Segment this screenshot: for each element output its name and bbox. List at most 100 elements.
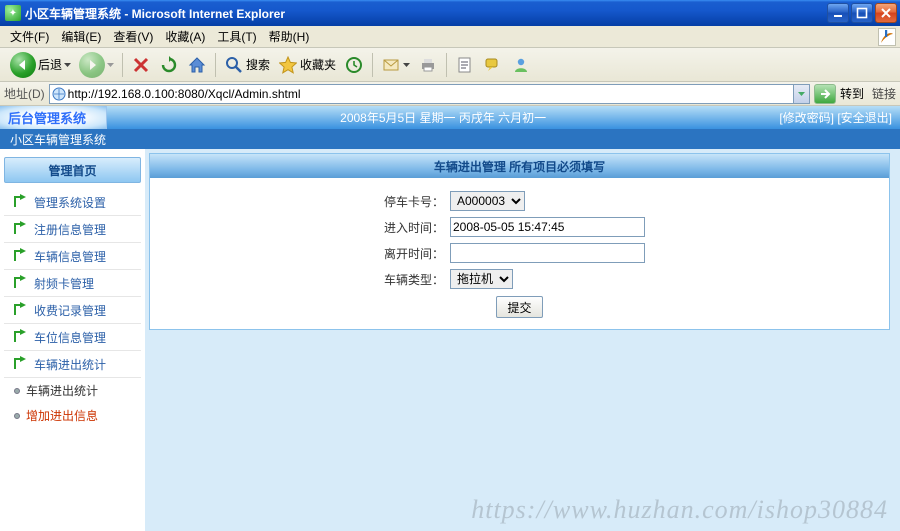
favorites-button[interactable]: 收藏夹 bbox=[274, 51, 340, 79]
sidebar-home[interactable]: 管理首页 bbox=[4, 157, 141, 183]
ie-logo-icon bbox=[878, 28, 896, 46]
sidebar-list: 管理系统设置注册信息管理车辆信息管理射频卡管理收费记录管理车位信息管理车辆进出统… bbox=[4, 189, 141, 378]
sidebar-item-label: 管理系统设置 bbox=[34, 194, 106, 211]
refresh-icon bbox=[159, 55, 179, 75]
chevron-down-icon bbox=[107, 63, 114, 67]
menu-file[interactable]: 文件(F) bbox=[4, 26, 55, 47]
back-button[interactable]: 后退 bbox=[6, 51, 75, 79]
mail-icon bbox=[381, 55, 401, 75]
bullet-icon bbox=[14, 388, 20, 394]
arrow-icon bbox=[12, 275, 28, 291]
card-label: 停车卡号： bbox=[150, 193, 450, 210]
panel-title: 车辆进出管理 所有项目必须填写 bbox=[150, 154, 889, 178]
home-icon bbox=[187, 55, 207, 75]
sidebar-item-label: 车辆信息管理 bbox=[34, 248, 106, 265]
sidebar-subitem[interactable]: 车辆进出统计 bbox=[4, 378, 141, 403]
history-button[interactable] bbox=[340, 51, 368, 79]
sidebar-item[interactable]: 车辆信息管理 bbox=[4, 243, 141, 270]
search-icon bbox=[224, 55, 244, 75]
menu-help[interactable]: 帮助(H) bbox=[263, 26, 316, 47]
app-header-links: [修改密码] [安全退出] bbox=[779, 109, 900, 126]
card-select[interactable]: A000003 bbox=[450, 191, 525, 211]
menu-edit[interactable]: 编辑(E) bbox=[55, 26, 107, 47]
sidebar-subitem[interactable]: 增加进出信息 bbox=[4, 403, 141, 428]
forward-button[interactable] bbox=[75, 51, 118, 79]
arrow-icon bbox=[12, 194, 28, 210]
stop-icon bbox=[131, 55, 151, 75]
app-brand: 后台管理系统 bbox=[0, 106, 107, 129]
page-icon bbox=[52, 87, 66, 101]
arrow-icon bbox=[12, 248, 28, 264]
form-panel: 车辆进出管理 所有项目必须填写 停车卡号： A000003 进入时间： 离开时间… bbox=[149, 153, 890, 330]
sidebar-item[interactable]: 射频卡管理 bbox=[4, 270, 141, 297]
go-label: 转到 bbox=[840, 85, 864, 102]
back-label: 后退 bbox=[38, 56, 62, 73]
sidebar-sublist: 车辆进出统计增加进出信息 bbox=[4, 378, 141, 428]
sidebar-item[interactable]: 车辆进出统计 bbox=[4, 351, 141, 378]
app-date: 2008年5月5日 星期一 丙戌年 六月初一 bbox=[107, 109, 779, 126]
arrow-icon bbox=[12, 356, 28, 372]
go-button[interactable] bbox=[814, 84, 836, 104]
sidebar-item[interactable]: 管理系统设置 bbox=[4, 189, 141, 216]
forward-icon bbox=[79, 52, 105, 78]
favorites-label: 收藏夹 bbox=[300, 56, 336, 73]
sidebar-item-label: 收费记录管理 bbox=[34, 302, 106, 319]
sidebar-item-label: 车辆进出统计 bbox=[34, 356, 106, 373]
leave-time-label: 离开时间： bbox=[150, 245, 450, 262]
main-area: 车辆进出管理 所有项目必须填写 停车卡号： A000003 进入时间： 离开时间… bbox=[145, 149, 900, 531]
menu-tools[interactable]: 工具(T) bbox=[211, 26, 262, 47]
messenger-button[interactable] bbox=[507, 51, 535, 79]
sidebar-item-label: 射频卡管理 bbox=[34, 275, 94, 292]
links-label[interactable]: 链接 bbox=[872, 85, 896, 102]
arrow-icon bbox=[12, 221, 28, 237]
chevron-down-icon bbox=[403, 63, 410, 67]
sidebar: 管理首页 管理系统设置注册信息管理车辆信息管理射频卡管理收费记录管理车位信息管理… bbox=[0, 149, 145, 531]
bullet-icon bbox=[14, 413, 20, 419]
address-bar: 地址(D) 转到 链接 bbox=[0, 82, 900, 106]
edit-icon bbox=[455, 55, 475, 75]
leave-time-input[interactable] bbox=[450, 243, 645, 263]
refresh-button[interactable] bbox=[155, 51, 183, 79]
address-input[interactable] bbox=[68, 87, 793, 101]
minimize-button[interactable] bbox=[827, 3, 849, 23]
maximize-button[interactable] bbox=[851, 3, 873, 23]
change-password-link[interactable]: [修改密码] bbox=[779, 111, 834, 125]
discuss-icon bbox=[483, 55, 503, 75]
sidebar-item[interactable]: 车位信息管理 bbox=[4, 324, 141, 351]
app-header: 后台管理系统 2008年5月5日 星期一 丙戌年 六月初一 [修改密码] [安全… bbox=[0, 106, 900, 129]
close-button[interactable] bbox=[875, 3, 897, 23]
chevron-down-icon bbox=[64, 63, 71, 67]
address-combo[interactable] bbox=[49, 84, 810, 104]
discuss-button[interactable] bbox=[479, 51, 507, 79]
home-button[interactable] bbox=[183, 51, 211, 79]
sidebar-item[interactable]: 注册信息管理 bbox=[4, 216, 141, 243]
menu-bar: 文件(F) 编辑(E) 查看(V) 收藏(A) 工具(T) 帮助(H) bbox=[0, 26, 900, 48]
stop-button[interactable] bbox=[127, 51, 155, 79]
app-icon: ✦ bbox=[5, 5, 21, 21]
address-dropdown-icon[interactable] bbox=[793, 85, 809, 103]
mail-button[interactable] bbox=[377, 51, 414, 79]
enter-time-input[interactable] bbox=[450, 217, 645, 237]
sidebar-item[interactable]: 收费记录管理 bbox=[4, 297, 141, 324]
sidebar-subitem-label: 车辆进出统计 bbox=[26, 382, 98, 399]
address-label: 地址(D) bbox=[4, 85, 45, 102]
search-label: 搜索 bbox=[246, 56, 270, 73]
print-icon bbox=[418, 55, 438, 75]
arrow-icon bbox=[12, 302, 28, 318]
sidebar-item-label: 注册信息管理 bbox=[34, 221, 106, 238]
edit-button[interactable] bbox=[451, 51, 479, 79]
search-button[interactable]: 搜索 bbox=[220, 51, 274, 79]
vehicle-type-label: 车辆类型： bbox=[150, 271, 450, 288]
safe-logout-link[interactable]: [安全退出] bbox=[837, 111, 892, 125]
menu-view[interactable]: 查看(V) bbox=[107, 26, 159, 47]
vehicle-type-select[interactable]: 拖拉机 bbox=[450, 269, 513, 289]
menu-favorites[interactable]: 收藏(A) bbox=[159, 26, 211, 47]
star-icon bbox=[278, 55, 298, 75]
enter-time-label: 进入时间： bbox=[150, 219, 450, 236]
toolbar: 后退 搜索 收藏夹 bbox=[0, 48, 900, 82]
sidebar-subitem-label: 增加进出信息 bbox=[26, 407, 98, 424]
window-title: 小区车辆管理系统 - Microsoft Internet Explorer bbox=[25, 5, 827, 22]
window-titlebar: ✦ 小区车辆管理系统 - Microsoft Internet Explorer bbox=[0, 0, 900, 26]
print-button[interactable] bbox=[414, 51, 442, 79]
submit-button[interactable]: 提交 bbox=[496, 296, 542, 318]
